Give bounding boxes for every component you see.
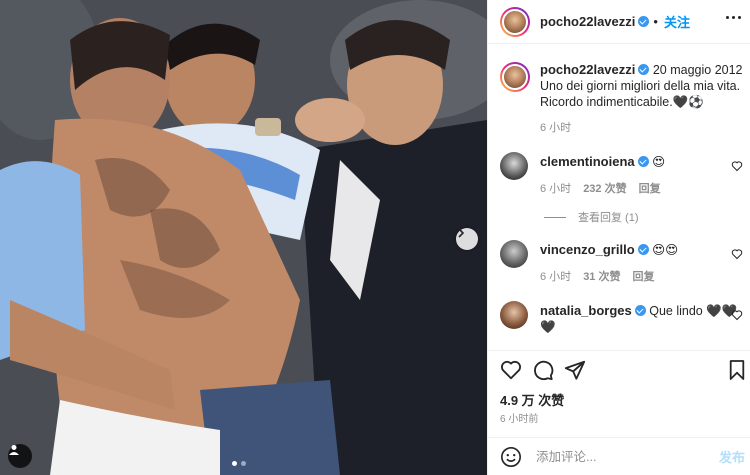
verified-badge-icon bbox=[637, 156, 649, 167]
posted-ago: 6 小时前 bbox=[500, 414, 539, 425]
emoji-icon[interactable] bbox=[500, 446, 522, 468]
likes-count[interactable]: 4.9 万 次赞 bbox=[500, 390, 564, 409]
comment-item: clementinoiena 😍 6 小时 232 次赞 回复 bbox=[500, 152, 745, 197]
like-comment-heart-icon[interactable] bbox=[731, 160, 743, 172]
post-comment-button[interactable]: 发布 bbox=[719, 447, 745, 466]
post-photo[interactable] bbox=[0, 0, 487, 475]
post-panel: pocho22lavezzi • 关注 pocho22lavezzi 20 ma… bbox=[487, 0, 750, 475]
next-photo-button[interactable] bbox=[456, 228, 478, 250]
comment-likes[interactable]: 31 次赞 bbox=[583, 269, 620, 285]
comment-input[interactable] bbox=[536, 449, 696, 464]
caption-avatar[interactable] bbox=[500, 62, 530, 92]
comment-item: natalia_borges Que lindo 🖤🖤🖤 bbox=[500, 301, 745, 335]
post-header: pocho22lavezzi • 关注 bbox=[488, 0, 750, 44]
carousel-dot-1 bbox=[232, 461, 237, 466]
add-comment-bar: 发布 bbox=[488, 437, 750, 475]
like-heart-icon[interactable] bbox=[500, 359, 522, 381]
tagged-users-button[interactable] bbox=[8, 444, 32, 468]
comment-bubble-icon[interactable] bbox=[532, 359, 554, 381]
comment-time: 6 小时 bbox=[540, 183, 572, 195]
save-bookmark-icon[interactable] bbox=[728, 359, 746, 381]
author-avatar[interactable] bbox=[500, 6, 530, 37]
comment-username[interactable]: natalia_borges bbox=[540, 303, 632, 318]
carousel-dot-2 bbox=[241, 461, 246, 466]
commenter-avatar[interactable] bbox=[500, 301, 528, 329]
carousel-indicator bbox=[232, 461, 246, 466]
verified-badge-icon bbox=[637, 244, 649, 255]
verified-badge-icon bbox=[634, 305, 646, 316]
comment-time: 6 小时 bbox=[540, 271, 572, 283]
like-comment-heart-icon[interactable] bbox=[731, 309, 743, 321]
comment-likes[interactable]: 232 次赞 bbox=[583, 181, 626, 197]
verified-badge-icon bbox=[638, 64, 650, 75]
comment-username[interactable]: vincenzo_grillo bbox=[540, 242, 635, 257]
post-caption: pocho22lavezzi 20 maggio 2012 Uno dei gi… bbox=[500, 62, 745, 136]
follow-button[interactable]: 关注 bbox=[664, 12, 690, 31]
caption-line-2: Ricordo indimenticabile.🖤⚽ bbox=[540, 95, 704, 109]
user-icon bbox=[9, 445, 19, 455]
commenter-avatar[interactable] bbox=[500, 152, 528, 180]
share-send-icon[interactable] bbox=[564, 359, 586, 381]
caption-line-1: Uno dei giorni migliori della mia vita. bbox=[540, 79, 741, 93]
verified-badge-icon bbox=[638, 16, 650, 27]
chevron-right-icon bbox=[458, 228, 465, 238]
author-username[interactable]: pocho22lavezzi bbox=[540, 14, 635, 29]
post-actions bbox=[488, 350, 750, 384]
caption-date: 20 maggio 2012 bbox=[652, 63, 743, 77]
commenter-avatar[interactable] bbox=[500, 240, 528, 268]
reply-button[interactable]: 回复 bbox=[639, 181, 661, 197]
caption-time: 6 小时 bbox=[540, 122, 572, 134]
comment-text: 😍 bbox=[652, 155, 666, 169]
view-replies-button[interactable]: 查看回复 (1) bbox=[544, 209, 639, 225]
celebration-photo bbox=[0, 0, 487, 475]
comment-username[interactable]: clementinoiena bbox=[540, 154, 635, 169]
separator-dot: • bbox=[653, 14, 658, 29]
reply-button[interactable]: 回复 bbox=[632, 269, 654, 285]
comment-item: vincenzo_grillo 😍😍 6 小时 31 次赞 回复 bbox=[500, 240, 745, 285]
like-comment-heart-icon[interactable] bbox=[731, 248, 743, 260]
comment-text: 😍😍 bbox=[652, 243, 679, 257]
more-options-icon[interactable] bbox=[726, 16, 741, 19]
caption-username[interactable]: pocho22lavezzi bbox=[540, 62, 635, 77]
